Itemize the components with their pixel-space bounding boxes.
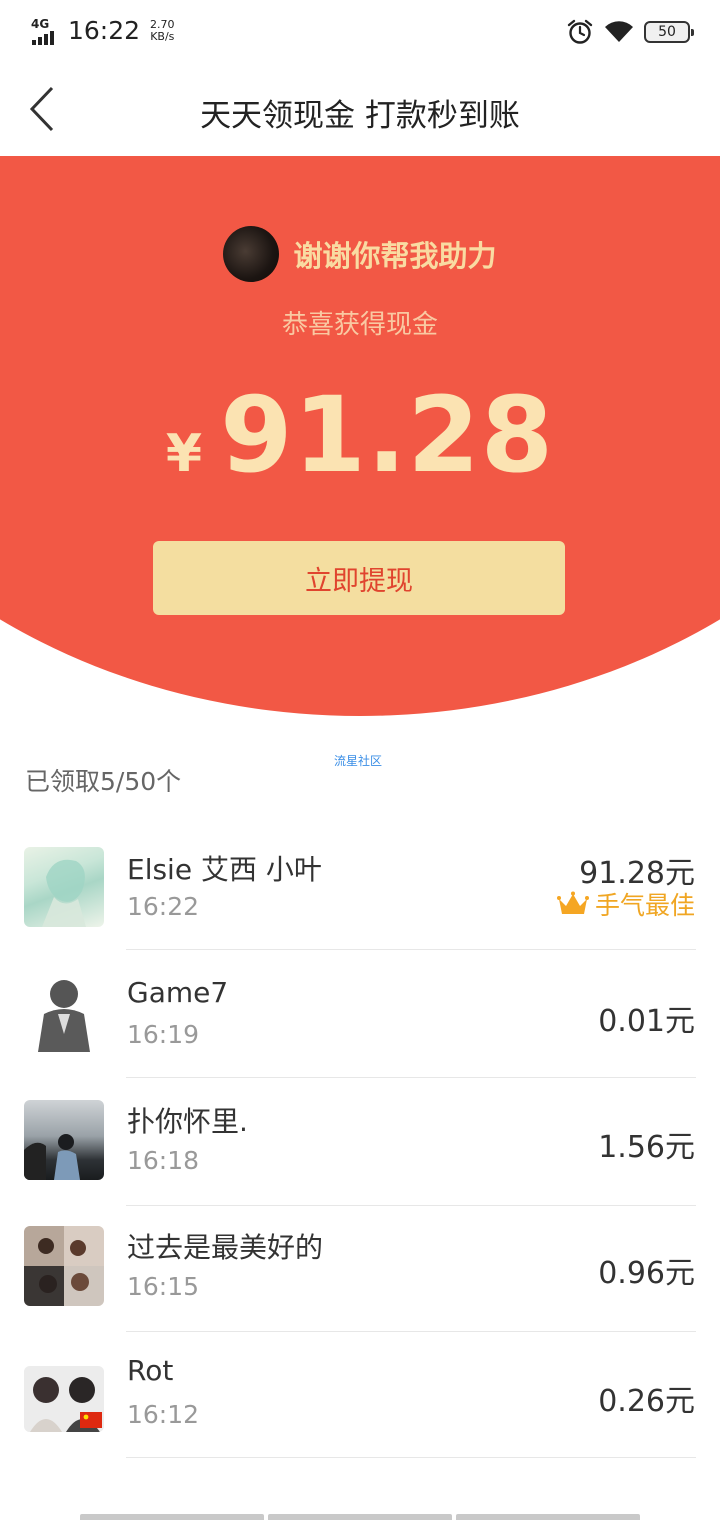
watermark: 流星社区 — [334, 754, 383, 768]
tab-indicator — [456, 1514, 640, 1520]
reward-card: 谢谢你帮我助力 恭喜获得现金 ¥ 91.28 立即提现 — [0, 156, 720, 716]
list-item[interactable]: 扑你怀里. 16:18 1.56元 — [0, 1078, 720, 1206]
claim-time: 16:18 — [127, 1146, 200, 1175]
claim-time: 16:12 — [127, 1400, 200, 1429]
avatar — [24, 1226, 104, 1306]
list-item[interactable]: Game7 16:19 0.01元 — [0, 950, 720, 1078]
list-item[interactable]: Elsie 艾西 小叶 16:22 91.28元 手气最佳 — [0, 822, 720, 950]
tab-indicator — [80, 1514, 264, 1520]
claim-time: 16:15 — [127, 1272, 200, 1301]
network-type: 4G — [31, 16, 50, 31]
claim-amount: 1.56元 — [598, 1130, 695, 1165]
nav-bar: 天天领现金 打款秒到账 — [0, 66, 720, 156]
status-bar: 4G 16:22 2.70 KB/s 50 — [0, 0, 720, 66]
claim-time: 16:22 — [127, 892, 200, 921]
reward-amount: ¥ 91.28 — [0, 374, 720, 496]
signal-icon: 4G — [30, 17, 62, 45]
bottom-tab-strip — [80, 1514, 640, 1520]
avatar — [24, 1100, 104, 1180]
divider — [126, 1457, 696, 1458]
crown-icon — [556, 891, 589, 914]
thanks-text: 谢谢你帮我助力 — [293, 239, 497, 273]
status-time: 16:22 — [68, 16, 141, 45]
list-item[interactable]: 过去是最美好的 16:15 0.96元 — [0, 1204, 720, 1332]
user-name: Game7 — [127, 976, 229, 1009]
battery-icon: 50 — [644, 21, 694, 43]
user-name: 扑你怀里. — [127, 1105, 248, 1138]
claim-amount: 0.01元 — [598, 1004, 695, 1039]
withdraw-button[interactable]: 立即提现 — [153, 541, 565, 615]
thanks-row: 谢谢你帮我助力 — [0, 226, 720, 282]
congrats-text: 恭喜获得现金 — [281, 310, 438, 340]
alarm-icon — [567, 19, 593, 44]
page-title: 天天领现金 打款秒到账 — [200, 98, 520, 134]
avatar — [223, 226, 280, 282]
best-luck-badge: 手气最佳 — [556, 886, 695, 922]
avatar — [24, 847, 104, 927]
best-luck-label: 手气最佳 — [594, 891, 695, 920]
network-speed: 2.70 KB/s — [150, 17, 175, 43]
avatar — [24, 1366, 104, 1432]
list-item[interactable]: Rot 16:12 0.26元 — [0, 1330, 720, 1458]
speed-value: 2.70 — [150, 17, 175, 31]
claimed-count: 已领取5/50个 — [25, 767, 182, 796]
claim-amount: 0.96元 — [598, 1256, 695, 1291]
claim-amount: 0.26元 — [598, 1384, 695, 1419]
tab-indicator — [268, 1514, 452, 1520]
wifi-icon — [605, 21, 633, 42]
user-name: Elsie 艾西 小叶 — [127, 853, 322, 886]
speed-unit: KB/s — [150, 29, 175, 43]
avatar — [24, 972, 104, 1052]
amount-value: 91.28 — [220, 374, 555, 496]
battery-level: 50 — [658, 24, 676, 40]
user-name: Rot — [127, 1354, 174, 1387]
claim-time: 16:19 — [127, 1020, 200, 1049]
currency-symbol: ¥ — [165, 424, 203, 484]
user-name: 过去是最美好的 — [127, 1231, 324, 1264]
